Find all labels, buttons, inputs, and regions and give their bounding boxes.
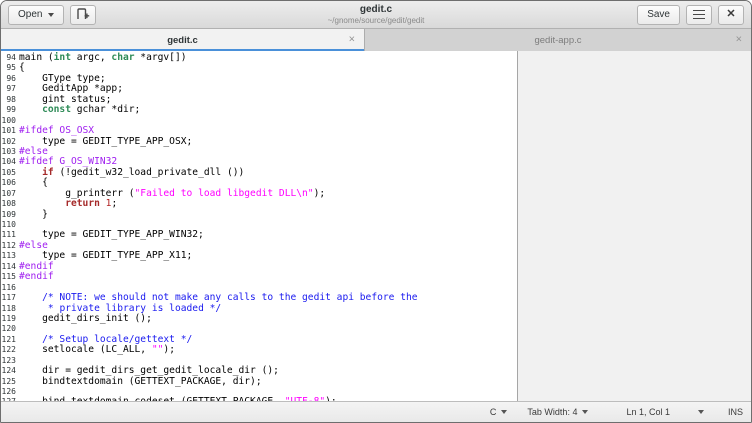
hamburger-menu-icon [693,10,705,19]
status-bar: C Tab Width: 4 Ln 1, Col 1 INS [1,401,751,422]
tab-bar: gedit.c × gedit-app.c × [1,29,751,51]
code-line: main (int argc, char *argv[]) [19,53,418,63]
tab-gedit-app-c[interactable]: gedit-app.c × [365,29,751,51]
line-number: 103 [1,147,16,157]
language-label: C [490,407,497,417]
line-number: 120 [1,324,16,334]
open-button-label: Open [18,9,42,20]
tab-width-selector[interactable]: Tab Width: 4 [527,407,588,417]
save-button[interactable]: Save [637,5,680,25]
line-number: 113 [1,251,16,261]
line-numbers: 9495969798991001011021031041051061071081… [1,51,16,401]
line-number: 125 [1,377,16,387]
line-number: 115 [1,272,16,282]
headerbar: Open gedit.c ~/gnome/source/gedit/gedit … [1,1,751,29]
headerbar-left: Open [8,5,96,25]
line-number: 122 [1,345,16,355]
window-title: gedit.c [328,4,425,16]
code-line: type = GEDIT_TYPE_APP_OSX; [19,137,418,147]
line-number: 96 [1,74,16,84]
line-number: 95 [1,63,16,73]
line-number: 101 [1,126,16,136]
code-line: #endif [19,262,418,272]
line-number: 100 [1,116,16,126]
code-line: bindtextdomain (GETTEXT_PACKAGE, dir); [19,377,418,387]
open-button[interactable]: Open [8,5,64,25]
line-number: 118 [1,304,16,314]
code-line: bind_textdomain_codeset (GETTEXT_PACKAGE… [19,397,418,401]
insert-mode-label: INS [728,407,743,417]
line-number: 119 [1,314,16,324]
code-line: if (!gedit_w32_load_private_dll ()) [19,168,418,178]
line-number: 94 [1,53,16,63]
line-number: 117 [1,293,16,303]
headerbar-right: Save ✕ [637,5,744,25]
line-number: 123 [1,356,16,366]
line-number: 97 [1,84,16,94]
line-number: 107 [1,189,16,199]
chevron-down-icon [48,13,54,17]
code-line: type = GEDIT_TYPE_APP_WIN32; [19,230,418,240]
line-number: 98 [1,95,16,105]
tab-close-icon[interactable]: × [736,35,742,46]
tab-new-icon [76,7,90,23]
tab-width-label: Tab Width: 4 [527,407,577,417]
cursor-position[interactable]: Ln 1, Col 1 [626,407,670,417]
line-number: 102 [1,137,16,147]
tab-close-icon[interactable]: × [349,35,355,46]
line-number: 104 [1,157,16,167]
menu-button[interactable] [686,5,712,25]
window-subtitle: ~/gnome/source/gedit/gedit [328,16,425,25]
tab-label: gedit.c [167,35,198,46]
line-number: 124 [1,366,16,376]
line-number: 110 [1,220,16,230]
editor-view[interactable]: 9495969798991001011021031041051061071081… [1,51,751,401]
code-line: gedit_dirs_init (); [19,314,418,324]
code-line: return 1; [19,199,418,209]
line-number: 111 [1,230,16,240]
line-number: 106 [1,178,16,188]
line-number: 127 [1,397,16,401]
chevron-down-icon [501,410,507,414]
line-number: 116 [1,283,16,293]
code-area[interactable]: main (int argc, char *argv[]){ GType typ… [19,51,418,401]
line-number: 108 [1,199,16,209]
window-close-button[interactable]: ✕ [718,5,744,25]
code-line: } [19,210,418,220]
new-document-button[interactable] [70,5,96,25]
cursor-position-label: Ln 1, Col 1 [626,407,670,417]
line-number: 109 [1,210,16,220]
line-number: 114 [1,262,16,272]
position-dropdown-arrow-icon[interactable] [698,410,704,414]
gedit-window: Open gedit.c ~/gnome/source/gedit/gedit … [0,0,752,423]
tab-label: gedit-app.c [534,35,581,46]
language-selector[interactable]: C [490,407,508,417]
window-title-block: gedit.c ~/gnome/source/gedit/gedit [328,4,425,25]
code-line: type = GEDIT_TYPE_APP_X11; [19,251,418,261]
line-number: 112 [1,241,16,251]
line-number: 105 [1,168,16,178]
chevron-down-icon [582,410,588,414]
insert-mode-indicator: INS [728,407,743,417]
tab-gedit-c[interactable]: gedit.c × [1,29,365,51]
line-number: 121 [1,335,16,345]
line-number: 126 [1,387,16,397]
line-number: 99 [1,105,16,115]
code-line: const gchar *dir; [19,105,418,115]
right-margin-overlay [517,51,751,401]
window-close-icon: ✕ [726,9,735,20]
code-line: #endif [19,272,418,282]
code-line: setlocale (LC_ALL, ""); [19,345,418,355]
